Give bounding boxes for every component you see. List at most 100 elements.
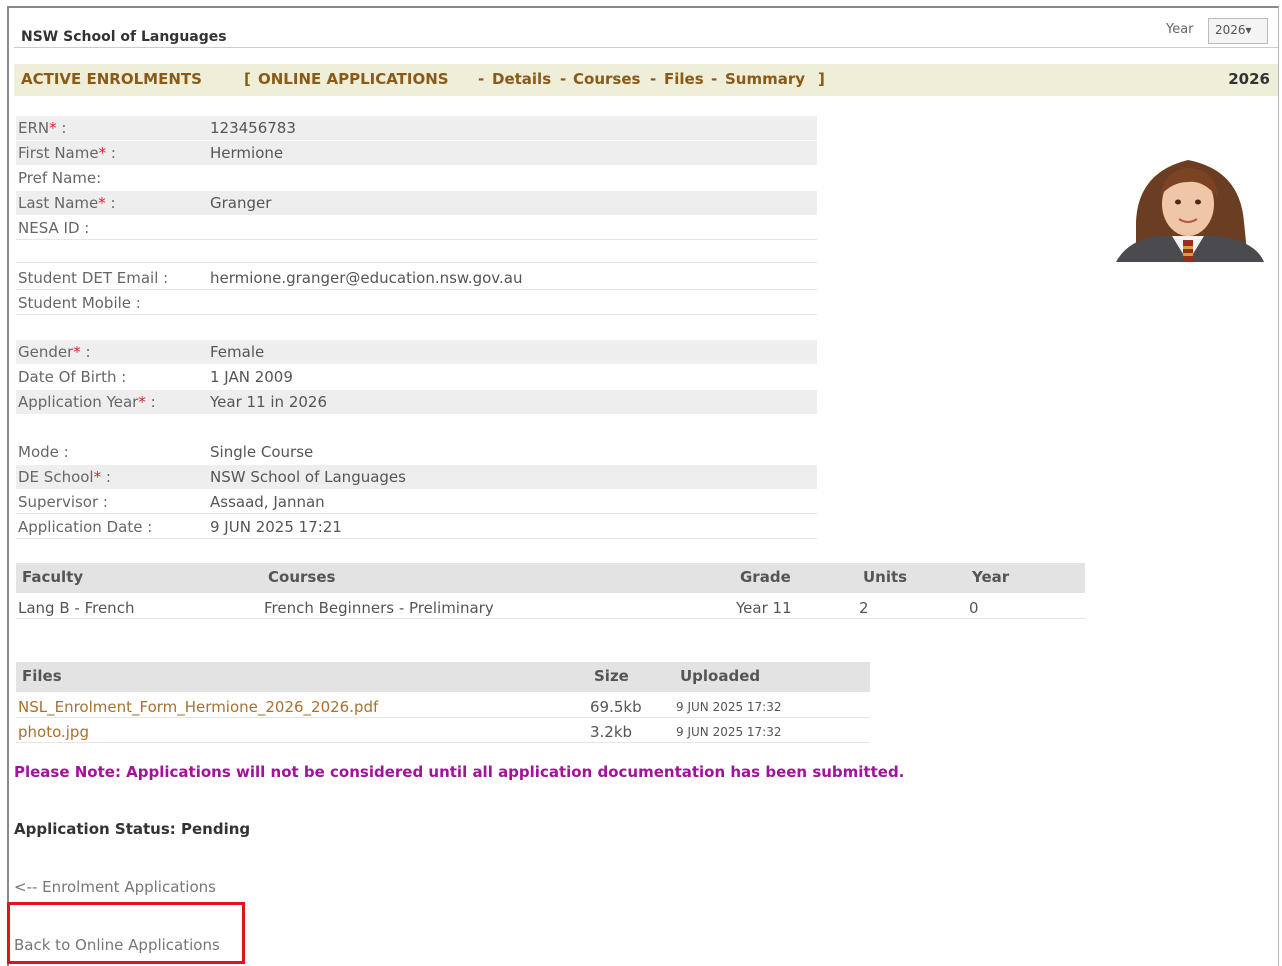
table-cell: 69.5kb — [590, 698, 642, 716]
column-header: Grade — [740, 568, 791, 586]
school-title: NSW School of Languages — [21, 29, 227, 45]
chevron-down-icon: ▾ — [1245, 23, 1252, 37]
row-divider — [16, 262, 817, 263]
row-divider — [16, 289, 817, 290]
row-divider — [16, 513, 817, 514]
table-cell: French Beginners - Preliminary — [264, 599, 494, 617]
row-divider — [16, 538, 817, 539]
nav-separator: - — [711, 70, 718, 88]
required-marker: * — [98, 194, 106, 212]
table-cell: 0 — [969, 599, 979, 617]
detail-row-pref-name: Pref Name: — [16, 166, 817, 190]
nav-separator: - — [560, 70, 567, 88]
nav-bracket-close: ] — [818, 70, 825, 88]
year-select[interactable]: 2026▾ — [1208, 18, 1268, 44]
detail-row-dob: Date Of Birth : 1 JAN 2009 — [16, 365, 817, 389]
header-divider — [14, 47, 1278, 48]
application-status: Application Status: Pending — [14, 820, 251, 838]
column-header: Courses — [268, 568, 336, 586]
row-divider — [16, 314, 817, 315]
table-cell: 3.2kb — [590, 723, 633, 741]
required-marker: * — [98, 144, 107, 162]
nav-courses[interactable]: Courses — [573, 70, 640, 88]
detail-row-email: Student DET Email : hermione.granger@edu… — [16, 266, 817, 290]
detail-row-supervisor: Supervisor : Assaad, Jannan — [16, 490, 817, 514]
back-to-enrolment-applications-link[interactable]: <-- Enrolment Applications — [14, 878, 216, 896]
files-table-header: Files Size Uploaded — [16, 662, 870, 692]
detail-value: hermione.granger@education.nsw.gov.au — [210, 269, 523, 287]
detail-label: Last Name* : — [18, 194, 116, 212]
detail-row-de-school: DE School* : NSW School of Languages — [16, 465, 817, 489]
detail-value: 9 JUN 2025 17:21 — [210, 518, 342, 536]
table-cell: 9 JUN 2025 17:32 — [676, 725, 782, 739]
detail-value: Granger — [210, 194, 272, 212]
detail-row-first-name: First Name* : Hermione — [16, 141, 817, 165]
row-divider — [16, 239, 817, 240]
detail-value: Year 11 in 2026 — [210, 393, 327, 411]
detail-value: Female — [210, 343, 265, 361]
file-link[interactable]: NSL_Enrolment_Form_Hermione_2026_2026.pd… — [18, 698, 378, 716]
table-row: photo.jpg 3.2kb 9 JUN 2025 17:32 — [16, 718, 870, 743]
column-header: Faculty — [22, 568, 84, 586]
required-marker: * — [73, 343, 81, 361]
detail-label: Application Date : — [18, 518, 153, 536]
detail-label: ERN* : — [18, 119, 67, 137]
table-cell: Lang B - French — [18, 599, 135, 617]
detail-label: Supervisor : — [18, 493, 108, 511]
detail-row-ern: ERN* : 123456783 — [16, 116, 817, 140]
detail-label: First Name* : — [18, 144, 116, 162]
nav-separator: - — [478, 70, 485, 88]
file-link[interactable]: photo.jpg — [18, 723, 89, 741]
detail-label: Gender* : — [18, 343, 91, 361]
detail-value: 123456783 — [210, 119, 296, 137]
detail-label: Mode : — [18, 443, 69, 461]
table-row: NSL_Enrolment_Form_Hermione_2026_2026.pd… — [16, 693, 870, 718]
detail-label: NESA ID : — [18, 219, 90, 237]
nav-bracket-open: [ — [244, 70, 251, 88]
table-row: Lang B - French French Beginners - Preli… — [16, 594, 1085, 619]
detail-value: NSW School of Languages — [210, 468, 406, 486]
column-header: Size — [594, 667, 629, 685]
courses-table-header: Faculty Courses Grade Units Year — [16, 563, 1085, 593]
detail-value: Single Course — [210, 443, 314, 461]
nav-details[interactable]: Details — [492, 70, 551, 88]
column-header: Year — [972, 568, 1010, 586]
detail-row-nesa-id: NESA ID : — [16, 216, 817, 240]
required-marker: * — [138, 393, 146, 411]
detail-value: 1 JAN 2009 — [210, 368, 293, 386]
detail-label: DE School* : — [18, 468, 111, 486]
nav-summary[interactable]: Summary — [725, 70, 805, 88]
nav-online-applications[interactable]: ONLINE APPLICATIONS — [258, 70, 449, 88]
nav-year: 2026 — [1228, 70, 1270, 88]
column-header: Uploaded — [680, 667, 761, 685]
highlight-box — [7, 902, 245, 964]
detail-label: Student DET Email : — [18, 269, 169, 287]
nav-active-enrolments[interactable]: ACTIVE ENROLMENTS — [21, 70, 202, 88]
table-cell: 2 — [859, 599, 869, 617]
detail-row-last-name: Last Name* : Granger — [16, 191, 817, 215]
submission-note: Please Note: Applications will not be co… — [14, 763, 905, 781]
detail-value: Assaad, Jannan — [210, 493, 325, 511]
nav-bar: ACTIVE ENROLMENTS [ ONLINE APPLICATIONS … — [14, 64, 1278, 96]
year-select-value: 2026 — [1215, 23, 1246, 37]
required-marker: * — [93, 468, 102, 486]
detail-row-application-year: Application Year* : Year 11 in 2026 — [16, 390, 817, 414]
detail-row-application-date: Application Date : 9 JUN 2025 17:21 — [16, 515, 817, 539]
column-header: Units — [863, 568, 908, 586]
detail-label: Application Year* : — [18, 393, 156, 411]
student-photo — [1108, 152, 1270, 262]
detail-row-mobile: Student Mobile : — [16, 291, 817, 315]
column-header: Files — [22, 667, 62, 685]
year-label: Year — [1166, 22, 1194, 37]
nav-separator: - — [650, 70, 657, 88]
nav-files[interactable]: Files — [664, 70, 704, 88]
detail-label: Date Of Birth : — [18, 368, 127, 386]
detail-label: Pref Name: — [18, 169, 102, 187]
detail-row-gender: Gender* : Female — [16, 340, 817, 364]
table-cell: Year 11 — [736, 599, 792, 617]
detail-label: Student Mobile : — [18, 294, 141, 312]
detail-value: Hermione — [210, 144, 284, 162]
required-marker: * — [49, 119, 57, 137]
detail-row-mode: Mode : Single Course — [16, 440, 817, 464]
table-cell: 9 JUN 2025 17:32 — [676, 700, 782, 714]
